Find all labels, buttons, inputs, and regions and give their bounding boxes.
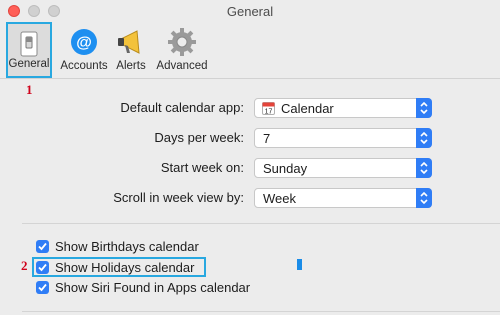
annotation-marker-1: 1 [26, 82, 33, 97]
tab-general-label: General [8, 58, 50, 70]
scroll-week-view-select[interactable]: Week [254, 188, 432, 208]
calendar-app-icon: 17 [262, 102, 275, 115]
tab-accounts[interactable]: @ Accounts [58, 22, 110, 78]
start-week-on-label: Start week on: [160, 160, 244, 175]
show-birthdays-label: Show Birthdays calendar [55, 238, 199, 254]
chevron-updown-icon [416, 188, 432, 208]
show-holidays-checkbox[interactable] [36, 260, 49, 274]
chevron-updown-icon [416, 158, 432, 178]
tab-accounts-label: Accounts [60, 60, 108, 72]
show-birthdays-checkbox-row[interactable]: Show Birthdays calendar [36, 237, 199, 255]
bottom-divider [22, 311, 500, 312]
gear-icon [168, 28, 196, 56]
show-birthdays-checkbox[interactable] [36, 239, 49, 253]
show-siri-found-checkbox-row[interactable]: Show Siri Found in Apps calendar [36, 278, 250, 296]
tab-alerts-label: Alerts [116, 60, 146, 72]
tab-general[interactable]: General [6, 22, 52, 78]
tab-advanced-label: Advanced [156, 60, 208, 72]
default-calendar-app-select[interactable]: 17 Calendar [254, 98, 432, 118]
default-calendar-app-value: Calendar [281, 101, 334, 116]
section-divider [22, 223, 500, 224]
show-siri-found-label: Show Siri Found in Apps calendar [55, 279, 251, 295]
title-bar: General [0, 0, 500, 22]
days-per-week-select[interactable]: 7 [254, 128, 432, 148]
tab-advanced[interactable]: Advanced [153, 22, 211, 78]
annotation-marker-2: 2 [21, 258, 28, 273]
show-siri-found-checkbox[interactable] [36, 280, 49, 294]
tab-alerts[interactable]: Alerts [112, 22, 150, 78]
default-calendar-app-label: Default calendar app: [120, 100, 244, 115]
days-per-week-value: 7 [263, 131, 271, 146]
general-switch-icon [20, 31, 38, 57]
start-week-on-value: Sunday [263, 161, 308, 176]
days-per-week-label: Days per week: [154, 130, 244, 145]
scroll-week-view-label: Scroll in week view by: [113, 190, 244, 205]
show-holidays-checkbox-row[interactable]: Show Holidays calendar [36, 258, 194, 276]
text-cursor [297, 259, 302, 270]
svg-text:@: @ [76, 35, 92, 52]
chevron-updown-icon [416, 98, 432, 118]
scroll-week-view-value: Week [263, 191, 296, 206]
window-title: General [226, 4, 274, 19]
preferences-toolbar: General @ Accounts Alerts Advanced [0, 22, 500, 79]
start-week-on-select[interactable]: Sunday [254, 158, 432, 178]
svg-text:17: 17 [265, 109, 273, 116]
show-holidays-label: Show Holidays calendar [55, 259, 195, 275]
megaphone-icon [118, 30, 140, 54]
chevron-updown-icon [416, 128, 432, 148]
at-sign-icon: @ [71, 29, 97, 55]
